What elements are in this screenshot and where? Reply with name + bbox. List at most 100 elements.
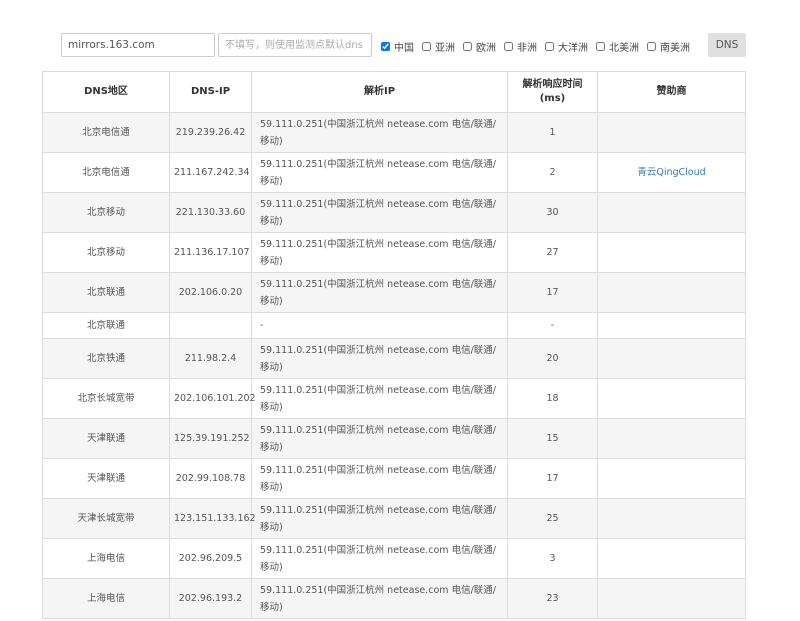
region-label: 欧洲 — [476, 42, 496, 54]
region-checkbox-south-america[interactable] — [647, 41, 656, 51]
cell-resolved-ip: 59.111.0.251(中国浙江杭州 netease.com 电信/联通/移动… — [251, 338, 508, 379]
cell-resolved-ip: 59.111.0.251(中国浙江杭州 netease.com 电信/联通/移动… — [251, 112, 508, 153]
cell-sponsor — [597, 378, 746, 419]
dns-server-input[interactable] — [218, 33, 372, 57]
cell-dns-region: 北京移动 — [42, 192, 170, 233]
table-row: 天津联通 202.99.108.78 59.111.0.251(中国浙江杭州 net… — [42, 458, 746, 499]
cell-dns-ip: 202.99.108.78 — [169, 458, 252, 499]
region-label: 大洋洲 — [558, 42, 588, 54]
cell-response-time: 17 — [507, 458, 598, 499]
cell-response-time: 3 — [507, 538, 598, 579]
cell-dns-ip: 123.151.133.162 — [169, 498, 256, 539]
cell-resolved-ip: 59.111.0.251(中国浙江杭州 netease.com 电信/联通/移动… — [251, 232, 508, 273]
table-row: 北京电信通 211.167.242.34 59.111.0.251(中国浙江杭州 n… — [42, 152, 746, 193]
cell-sponsor — [597, 192, 746, 233]
table-row: 北京移动 221.130.33.60 59.111.0.251(中国浙江杭州 net… — [42, 192, 746, 233]
cell-dns-region: 北京电信通 — [42, 112, 170, 153]
cell-sponsor: 青云QingCloud — [597, 152, 746, 193]
table-row: 天津联通 125.39.191.252 59.111.0.251(中国浙江杭州 ne… — [42, 418, 746, 459]
region-checkbox-oceania[interactable] — [545, 41, 554, 51]
cell-resolved-ip: 59.111.0.251(中国浙江杭州 netease.com 电信/联通/移动… — [251, 418, 508, 459]
dns-query-button[interactable]: DNS — [708, 33, 746, 57]
table-row: 北京长城宽带 202.106.101.202 59.111.0.251(中国浙江杭州… — [42, 378, 746, 419]
cell-dns-ip: 202.106.0.20 — [169, 272, 252, 313]
region-checkbox-europe[interactable] — [463, 41, 472, 51]
cell-dns-ip — [169, 312, 252, 339]
cell-sponsor — [597, 272, 746, 313]
cell-dns-region: 天津联通 — [42, 458, 170, 499]
region-checkbox-north-america[interactable] — [596, 41, 605, 51]
region-option-europe[interactable]: 欧洲 — [463, 39, 496, 54]
cell-dns-region: 天津联通 — [42, 418, 170, 459]
header-sponsor: 赞助商 — [597, 71, 746, 113]
cell-resolved-ip: 59.111.0.251(中国浙江杭州 netease.com 电信/联通/移动… — [251, 498, 508, 539]
cell-resolved-ip: 59.111.0.251(中国浙江杭州 netease.com 电信/联通/移动… — [251, 378, 508, 419]
cell-response-time: 25 — [507, 498, 598, 539]
cell-dns-ip: 211.167.242.34 — [169, 152, 252, 193]
region-label: 亚洲 — [435, 42, 455, 54]
cell-sponsor — [597, 578, 746, 619]
cell-dns-region: 北京电信通 — [42, 152, 170, 193]
cell-resolved-ip: 59.111.0.251(中国浙江杭州 netease.com 电信/联通/移动… — [251, 578, 508, 619]
cell-dns-region: 北京联通 — [42, 312, 170, 339]
table-header-row: DNS地区 DNS-IP 解析IP 解析响应时间 (ms) 赞助商 — [42, 71, 746, 113]
cell-sponsor — [597, 538, 746, 579]
cell-sponsor — [597, 418, 746, 459]
region-option-south-america[interactable]: 南美洲 — [647, 39, 690, 54]
cell-response-time: 2 — [507, 152, 598, 193]
cell-dns-region: 北京联通 — [42, 272, 170, 313]
cell-response-time: 27 — [507, 232, 598, 273]
cell-dns-ip: 125.39.191.252 — [169, 418, 252, 459]
cell-sponsor — [597, 312, 746, 339]
region-checkbox-africa[interactable] — [504, 41, 513, 51]
cell-response-time: 30 — [507, 192, 598, 233]
region-checkbox-asia[interactable] — [422, 41, 431, 51]
header-dns-region: DNS地区 — [42, 71, 170, 113]
region-option-oceania[interactable]: 大洋洲 — [545, 39, 588, 54]
cell-resolved-ip: 59.111.0.251(中国浙江杭州 netease.com 电信/联通/移动… — [251, 272, 508, 313]
cell-response-time: 15 — [507, 418, 598, 459]
dns-results-table: DNS地区 DNS-IP 解析IP 解析响应时间 (ms) 赞助商 北京电信通 2… — [42, 71, 746, 619]
table-row: 北京联通 - - — [42, 312, 746, 339]
region-option-china[interactable]: 中国 — [381, 39, 414, 54]
cell-sponsor — [597, 498, 746, 539]
table-row: 北京移动 211.136.17.107 59.111.0.251(中国浙江杭州 ne… — [42, 232, 746, 273]
cell-sponsor — [597, 112, 746, 153]
cell-response-time: 1 — [507, 112, 598, 153]
domain-input[interactable] — [61, 33, 215, 57]
cell-dns-region: 北京长城宽带 — [42, 378, 170, 419]
cell-dns-ip: 219.239.26.42 — [169, 112, 252, 153]
region-checkbox-china[interactable] — [381, 41, 390, 51]
cell-response-time: 18 — [507, 378, 598, 419]
cell-sponsor — [597, 338, 746, 379]
cell-resolved-ip: - — [251, 312, 508, 339]
cell-response-time: - — [507, 312, 598, 339]
table-body: 北京电信通 219.239.26.42 59.111.0.251(中国浙江杭州 ne… — [42, 112, 746, 619]
dns-results-panel: DNS地区 DNS-IP 解析IP 解析响应时间 (ms) 赞助商 北京电信通 2… — [42, 71, 746, 619]
cell-dns-region: 天津长城宽带 — [42, 498, 170, 539]
cell-sponsor — [597, 232, 746, 273]
cell-dns-ip: 202.96.193.2 — [169, 578, 252, 619]
header-response-time-label: 解析响应时间 — [522, 79, 583, 90]
region-option-africa[interactable]: 非洲 — [504, 39, 537, 54]
region-option-asia[interactable]: 亚洲 — [422, 39, 455, 54]
region-label: 中国 — [394, 42, 414, 54]
cell-resolved-ip: 59.111.0.251(中国浙江杭州 netease.com 电信/联通/移动… — [251, 152, 508, 193]
region-label: 非洲 — [517, 42, 537, 54]
cell-dns-ip: 211.98.2.4 — [169, 338, 252, 379]
cell-dns-ip: 202.106.101.202 — [169, 378, 256, 419]
cell-dns-region: 上海电信 — [42, 538, 170, 579]
table-row: 天津长城宽带 123.151.133.162 59.111.0.251(中国浙江杭州… — [42, 498, 746, 539]
table-row: 上海电信 202.96.209.5 59.111.0.251(中国浙江杭州 nete… — [42, 538, 746, 579]
sponsor-link[interactable]: 青云QingCloud — [637, 167, 705, 178]
table-row: 北京联通 202.106.0.20 59.111.0.251(中国浙江杭州 nete… — [42, 272, 746, 313]
table-row: 上海电信 202.96.193.2 59.111.0.251(中国浙江杭州 nete… — [42, 578, 746, 619]
cell-sponsor — [597, 458, 746, 499]
cell-resolved-ip: 59.111.0.251(中国浙江杭州 netease.com 电信/联通/移动… — [251, 458, 508, 499]
query-toolbar: 中国 亚洲 欧洲 非洲 大洋洲 北美洲 南美洲 DNS — [0, 0, 800, 70]
region-option-north-america[interactable]: 北美洲 — [596, 39, 639, 54]
header-response-time-unit: (ms) — [539, 93, 566, 104]
cell-dns-region: 北京铁通 — [42, 338, 170, 379]
cell-dns-ip: 202.96.209.5 — [169, 538, 252, 579]
header-response-time: 解析响应时间 (ms) — [507, 71, 598, 113]
